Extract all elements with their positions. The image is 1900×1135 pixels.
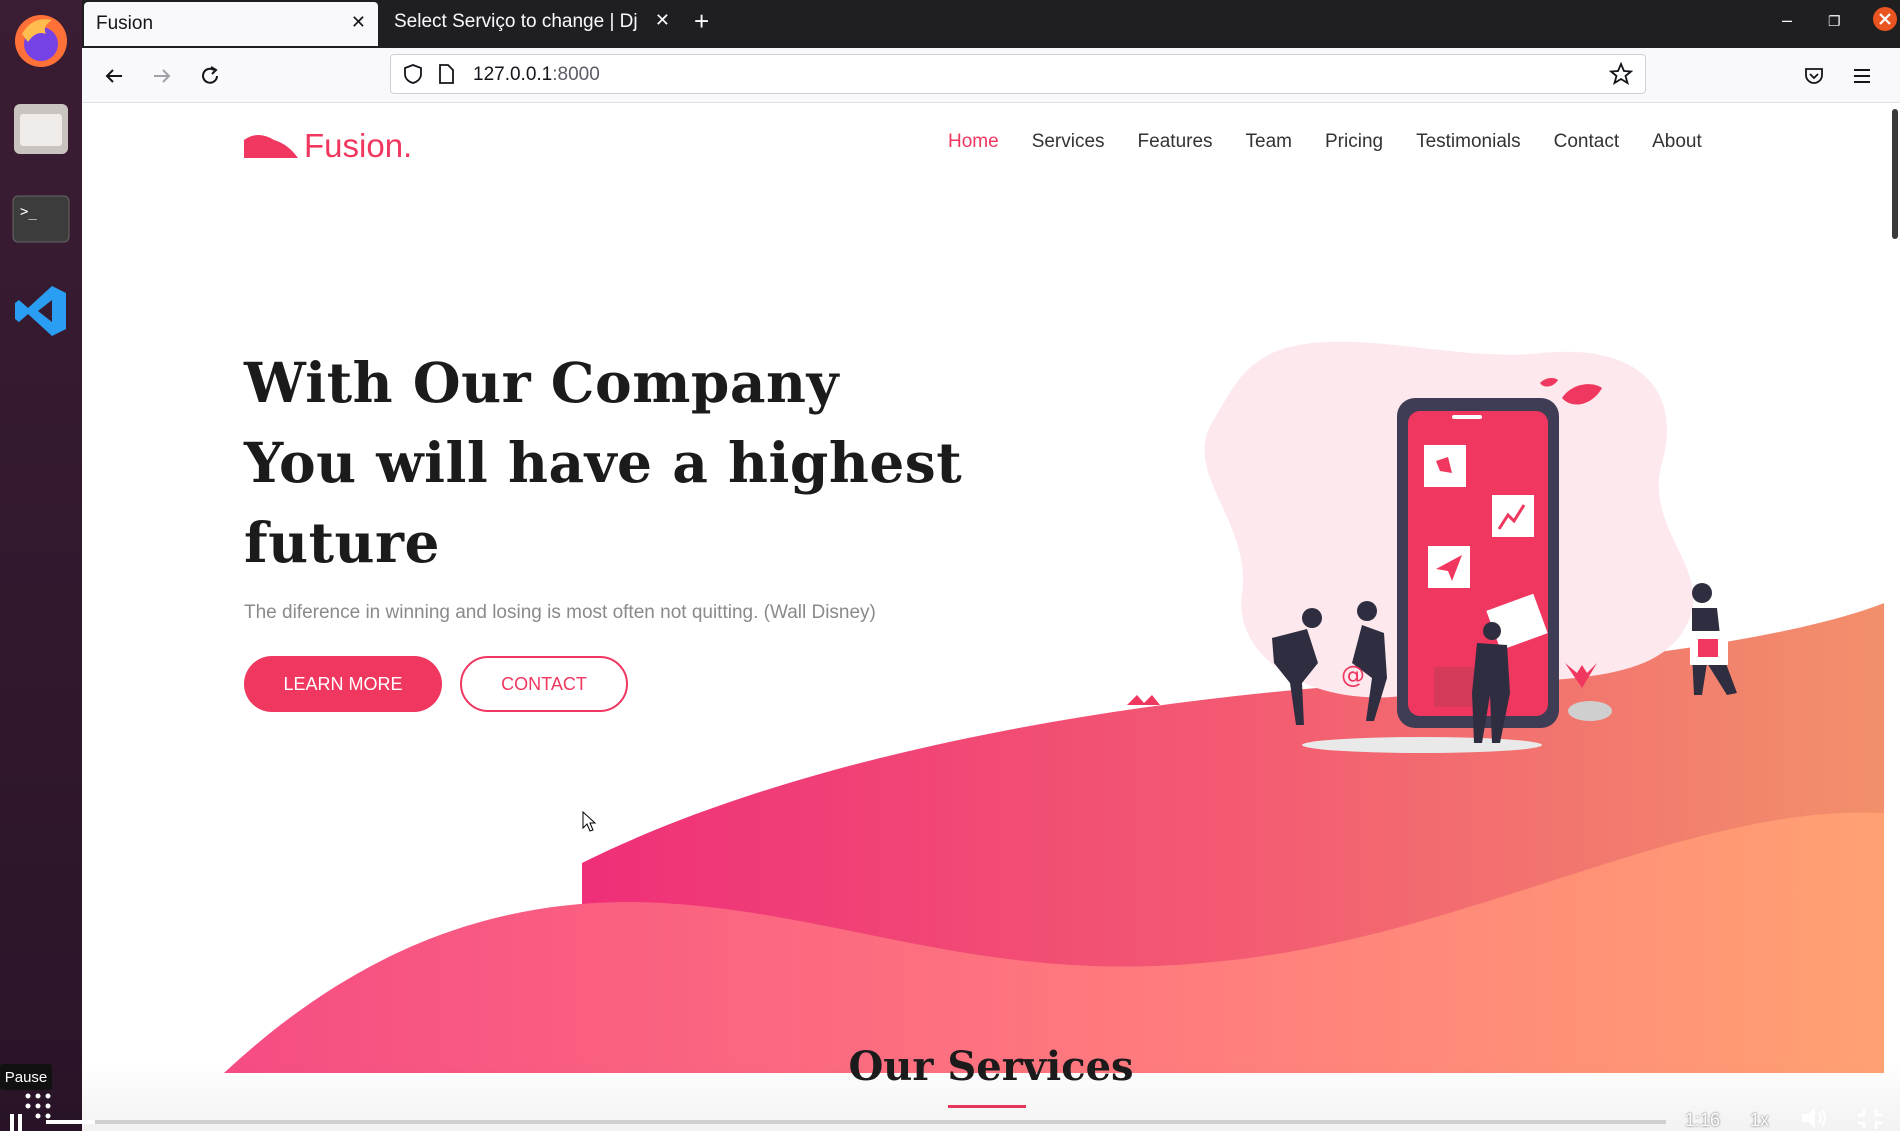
pocket-icon[interactable] — [1798, 60, 1830, 92]
reload-button[interactable] — [194, 60, 226, 92]
nav-home[interactable]: Home — [948, 131, 999, 153]
url-text[interactable]: 127.0.0.1:8000 — [473, 64, 600, 86]
svg-text:@: @ — [1341, 661, 1365, 689]
url-host: 127.0.0.1 — [473, 64, 553, 85]
hero-subtitle: The diference in winning and losing is m… — [244, 602, 876, 623]
forward-button[interactable] — [146, 60, 178, 92]
playback-speed-button[interactable]: 1x — [1750, 1110, 1769, 1131]
video-progress-bar[interactable] — [46, 1120, 1666, 1124]
tab-title: Select Serviço to change | Dj — [394, 11, 638, 32]
tab-title: Fusion — [96, 13, 154, 34]
tab-fusion[interactable]: Fusion ✕ — [84, 2, 378, 46]
files-icon[interactable] — [0, 88, 82, 170]
nav-services[interactable]: Services — [1032, 131, 1105, 153]
nav-features[interactable]: Features — [1138, 131, 1213, 153]
ubuntu-dock: >_ — [0, 0, 82, 1131]
vscode-icon[interactable] — [0, 270, 82, 352]
restore-icon[interactable]: ❐ — [1828, 13, 1841, 30]
video-progress-fill — [46, 1120, 95, 1124]
svg-text:>_: >_ — [20, 204, 37, 220]
bookmark-star-icon[interactable] — [1608, 61, 1634, 90]
minimize-icon[interactable]: – — [1782, 10, 1792, 31]
nav-about[interactable]: About — [1652, 131, 1702, 153]
hero-title-line: future — [244, 510, 441, 575]
hero-title-line: You will have a highest — [244, 430, 963, 495]
firefox-icon[interactable] — [0, 0, 82, 82]
site-nav: Home Services Features Team Pricing Test… — [948, 131, 1735, 153]
browser-nav-bar: 127.0.0.1:8000 — [82, 48, 1900, 103]
page-icon — [437, 63, 455, 89]
contact-button[interactable]: CONTACT — [460, 656, 628, 712]
web-page: Fusion. Home Services Features Team Pric… — [82, 103, 1900, 1131]
back-button[interactable] — [98, 60, 130, 92]
shield-icon[interactable] — [403, 63, 423, 89]
pause-tooltip: Pause — [0, 1064, 52, 1090]
url-port: :8000 — [552, 64, 600, 85]
page-scrollbar[interactable] — [1892, 109, 1898, 239]
url-bar[interactable]: 127.0.0.1:8000 — [390, 54, 1646, 94]
pause-button[interactable] — [8, 1092, 56, 1135]
hero-title-line: With Our Company — [244, 350, 839, 415]
nav-team[interactable]: Team — [1246, 131, 1292, 153]
close-icon[interactable]: ✕ — [655, 10, 670, 31]
nav-testimonials[interactable]: Testimonials — [1416, 131, 1521, 153]
volume-icon[interactable] — [1800, 1106, 1828, 1134]
mouse-cursor-icon — [582, 811, 597, 832]
logo-wave-icon — [244, 135, 298, 158]
menu-hamburger-icon[interactable] — [1846, 60, 1878, 92]
terminal-icon[interactable]: >_ — [0, 178, 82, 260]
hero-title: With Our Company You will have a highest… — [244, 343, 1004, 583]
tab-django-admin[interactable]: Select Serviço to change | Dj ✕ — [382, 0, 682, 44]
new-tab-button[interactable]: + — [694, 6, 709, 37]
exit-fullscreen-icon[interactable] — [1856, 1108, 1884, 1134]
video-time: 1:16 — [1685, 1110, 1721, 1130]
logo-text: Fusion. — [304, 127, 413, 164]
close-icon[interactable]: ✕ — [351, 12, 366, 33]
nav-contact[interactable]: Contact — [1554, 131, 1619, 153]
learn-more-button[interactable]: LEARN MORE — [244, 656, 442, 712]
hero-illustration: @ — [1127, 341, 1737, 753]
browser-tab-bar: Fusion ✕ Select Serviço to change | Dj ✕… — [82, 0, 1900, 48]
close-window-button[interactable] — [1872, 6, 1898, 37]
site-logo[interactable]: Fusion. — [244, 127, 412, 165]
nav-pricing[interactable]: Pricing — [1325, 131, 1383, 153]
